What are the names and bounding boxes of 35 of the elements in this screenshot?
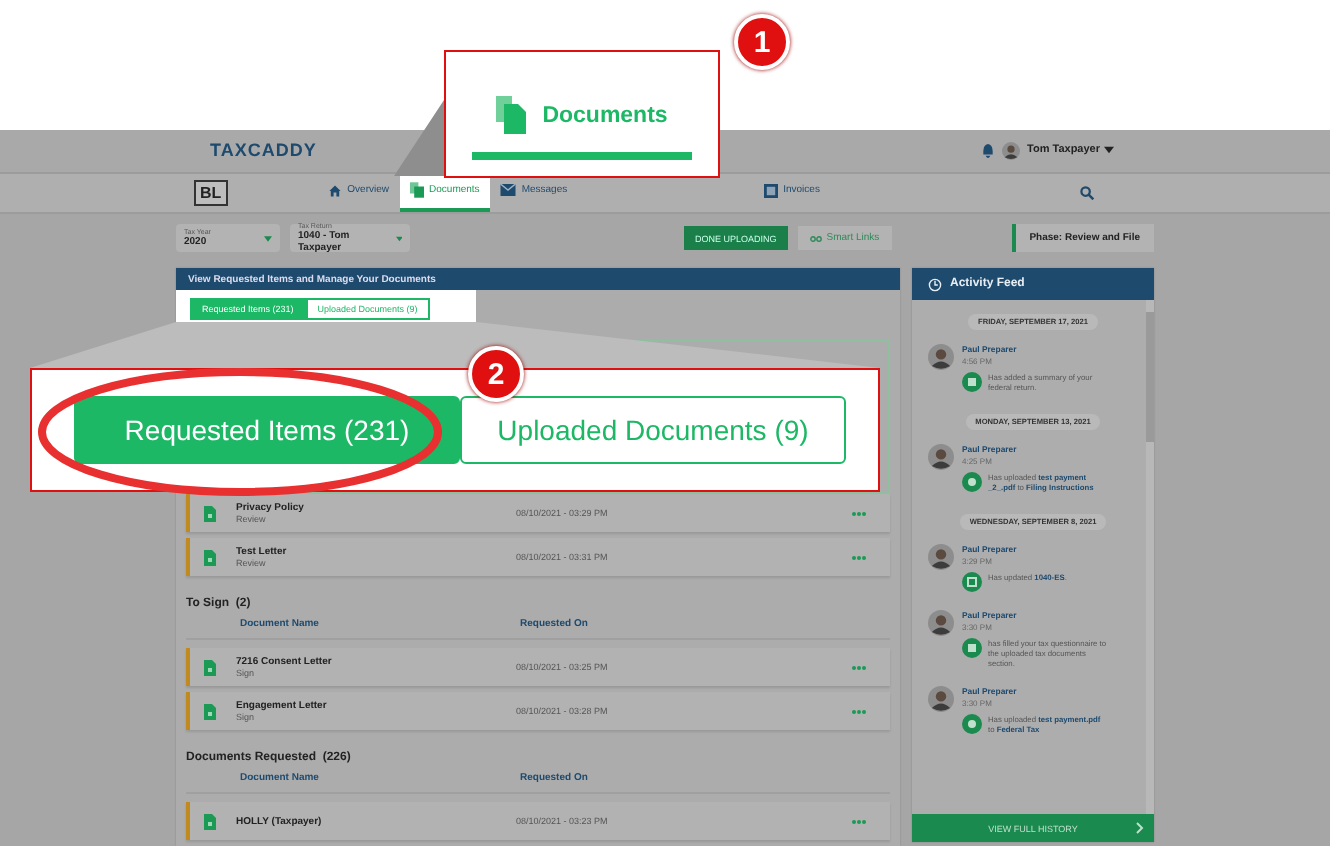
document-icon xyxy=(496,96,527,134)
step-badge: 1 xyxy=(734,14,790,70)
document-icon xyxy=(204,549,216,565)
activity-icon xyxy=(962,638,982,658)
activity-icon xyxy=(962,572,982,592)
document-icon xyxy=(409,182,424,199)
avatar-icon xyxy=(928,444,954,470)
mail-icon xyxy=(499,184,516,197)
clock-icon xyxy=(928,277,942,291)
avatar-icon xyxy=(928,344,954,370)
caret-icon xyxy=(395,235,402,242)
activity-icon xyxy=(962,372,982,392)
avatar-icon xyxy=(928,610,954,636)
bell-icon[interactable] xyxy=(981,143,994,158)
document-icon xyxy=(204,813,216,829)
avatar-icon xyxy=(928,544,954,570)
avatar-icon xyxy=(928,686,954,712)
document-icon xyxy=(204,659,216,675)
panel-tab[interactable]: Uploaded Documents (9) xyxy=(460,396,846,464)
avatar-icon xyxy=(1001,141,1020,160)
firm-logo: BL xyxy=(194,179,228,206)
activity-icon xyxy=(962,714,982,734)
link-icon xyxy=(810,235,823,242)
logo[interactable]: TAXCADDY xyxy=(210,140,317,161)
panel-tab[interactable]: Requested Items (231) xyxy=(74,396,460,464)
invoice-icon xyxy=(763,183,778,198)
document-icon xyxy=(204,703,216,719)
chevron-icon xyxy=(1136,822,1144,834)
home-icon xyxy=(327,183,342,198)
search-icon[interactable] xyxy=(1080,185,1094,200)
caret-icon xyxy=(1104,146,1114,155)
nav-tab[interactable]: Documents xyxy=(472,96,692,160)
caret-icon xyxy=(264,235,272,242)
document-icon xyxy=(204,505,216,521)
activity-icon xyxy=(962,472,982,492)
